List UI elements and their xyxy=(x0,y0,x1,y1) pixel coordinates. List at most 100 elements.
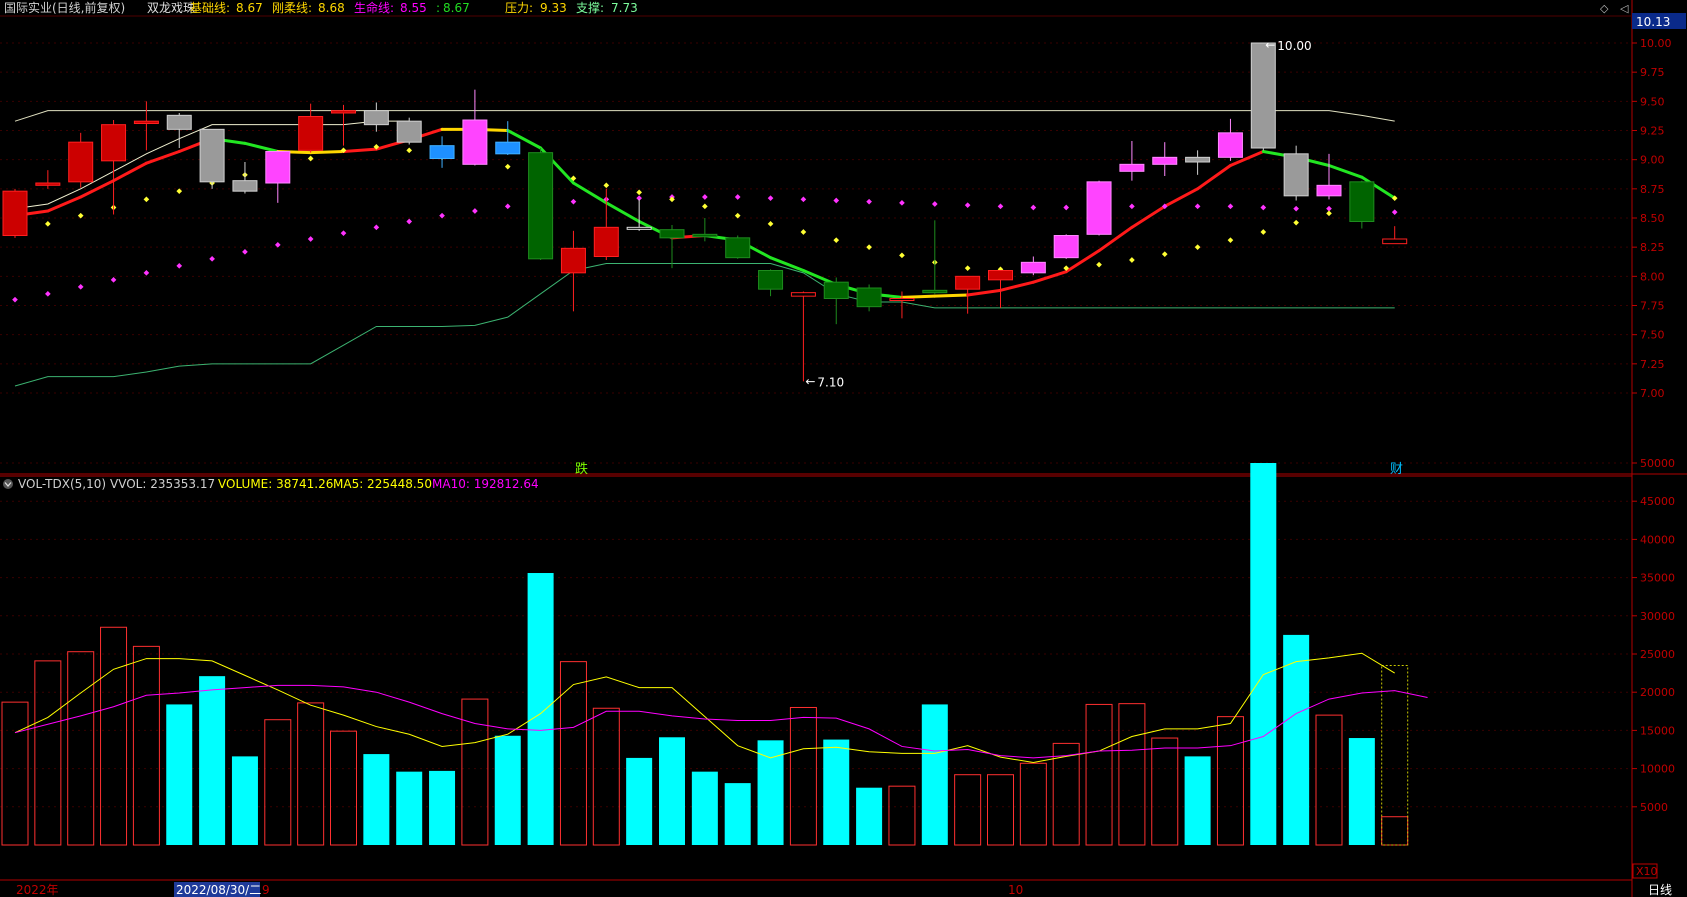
volume-tick-label: 35000 xyxy=(1640,572,1675,585)
base-line-segment xyxy=(933,293,970,298)
life-dot xyxy=(242,249,248,255)
volume-bar xyxy=(659,737,685,845)
month-9-label: 9 xyxy=(262,883,270,897)
base-line-segment xyxy=(243,141,280,153)
base-line-segment xyxy=(900,294,937,299)
cai-marker: 财 xyxy=(1390,462,1403,477)
price-tick-label: 9.00 xyxy=(1640,154,1665,167)
support-dot xyxy=(1227,237,1234,243)
volume-bar xyxy=(166,704,193,845)
price-header: 国际实业(日线,前复权) 双龙戏珠 基础线: 8.67 刚柔线: 8.68 生命线: 8.… xyxy=(4,0,1686,29)
candle-body xyxy=(1316,184,1342,197)
base-line-segment xyxy=(112,161,148,183)
support-dot xyxy=(1326,210,1332,217)
stock-chart: 7.00 7.25 7.50 7.75 8.00 8.25 8.50 8.75 9.00 9.25… xyxy=(0,0,1687,897)
volume-bar xyxy=(264,719,292,846)
volume-bar xyxy=(1,701,29,846)
month-10-label: 10 xyxy=(1008,883,1023,897)
volume-bar xyxy=(1184,756,1211,845)
candle-body xyxy=(560,247,586,274)
base-line-segment xyxy=(999,280,1035,292)
life-dot xyxy=(274,242,281,248)
candle-body xyxy=(199,128,225,183)
volume-bar xyxy=(921,704,948,845)
price-tick-label: 7.50 xyxy=(1640,329,1665,342)
volume-bar xyxy=(1151,737,1179,846)
candle-body xyxy=(626,226,652,230)
candle-body xyxy=(133,120,159,124)
volume-bars xyxy=(1,463,1409,846)
volume-bar xyxy=(1381,816,1409,846)
indicator-label-5: 支撑: xyxy=(576,0,604,15)
volume-tick-label: 15000 xyxy=(1640,724,1675,737)
indicator-value-3: 8.67 xyxy=(443,1,470,15)
volume-bar xyxy=(1315,714,1343,846)
candle-body xyxy=(528,152,554,260)
candle-body xyxy=(1185,156,1211,163)
window-controls[interactable]: ◇ ◁ xyxy=(1600,2,1629,15)
volume-bar xyxy=(559,661,587,846)
life-dot xyxy=(866,198,872,205)
life-dot xyxy=(143,270,150,276)
life-dot xyxy=(340,230,347,236)
period-label[interactable]: 日线 xyxy=(1648,883,1672,897)
vol-indicator-name[interactable]: VOL-TDX(5,10) xyxy=(18,477,106,491)
base-line-segment xyxy=(144,150,181,165)
volume-axis: 5000 10000 15000 20000 25000 30000 35000 40000 4… xyxy=(1632,457,1675,814)
candle-body xyxy=(363,110,389,126)
life-dot xyxy=(1063,204,1070,211)
volume-bar xyxy=(100,626,128,846)
life-dot xyxy=(767,195,774,201)
candle-body xyxy=(1382,238,1408,245)
volume-bar xyxy=(1052,742,1080,846)
life-dot xyxy=(1391,209,1398,215)
indicator-values: 基础线: 8.67 刚柔线: 8.68 生命线: 8.55:8.67 压力: 9.33 支撑: 7… xyxy=(190,0,638,15)
indicator-label-0: 基础线: xyxy=(190,1,230,15)
volume-bar xyxy=(823,739,850,845)
volume-bar xyxy=(592,707,620,846)
candle-body xyxy=(593,226,619,257)
indicator-value-1: 8.68 xyxy=(318,1,345,15)
current-price: 10.13 xyxy=(1636,15,1670,29)
candle-body xyxy=(1283,153,1309,197)
high-price-marker: 10.00 xyxy=(1277,39,1311,53)
candle-body xyxy=(790,292,816,297)
volume-bar xyxy=(429,770,456,845)
year-label: 2022年 xyxy=(16,883,59,897)
volume-bar xyxy=(231,756,258,845)
support-dot xyxy=(603,182,610,189)
base-line-segment xyxy=(1163,187,1200,208)
candle-body xyxy=(823,281,849,299)
volume-value: VOLUME: 38741.26 xyxy=(218,477,333,491)
candle-body xyxy=(101,124,127,162)
indicator-value-2: 8.55 xyxy=(400,1,427,15)
indicator-label-3: : xyxy=(436,1,440,15)
price-grid xyxy=(0,42,1632,394)
price-tick-label: 9.50 xyxy=(1640,95,1665,108)
candle-body xyxy=(1349,181,1375,222)
volume-bar xyxy=(757,740,784,845)
ma10-value: MA10: 192812.64 xyxy=(432,477,539,491)
collapse-icon[interactable] xyxy=(3,479,13,489)
die-marker: 跌 xyxy=(575,461,588,477)
scroll-left-icon[interactable]: ◁ xyxy=(1620,2,1629,15)
price-tick-label: 8.75 xyxy=(1640,183,1665,196)
pressure-line xyxy=(14,110,1395,122)
volume-tick-label: 40000 xyxy=(1640,533,1675,546)
candle-body xyxy=(2,190,28,237)
support-dot xyxy=(1129,257,1135,263)
low-price-marker: 7.10 xyxy=(817,375,844,389)
indicator-label-4: 压力: xyxy=(505,1,533,15)
stock-title[interactable]: 国际实业(日线,前复权) xyxy=(4,0,125,15)
volume-bar xyxy=(691,771,718,845)
base-line-segment xyxy=(1196,164,1232,191)
volume-bar xyxy=(856,787,883,845)
indicator-name[interactable]: 双龙戏珠 xyxy=(147,1,195,15)
candle-body xyxy=(1086,181,1112,235)
price-tick-label: 9.25 xyxy=(1640,125,1665,138)
diamond-icon[interactable]: ◇ xyxy=(1600,2,1609,15)
support-dot xyxy=(866,244,872,250)
support-dot xyxy=(964,265,971,271)
volume-ma-lines xyxy=(14,652,1428,763)
candle-body xyxy=(856,287,882,308)
